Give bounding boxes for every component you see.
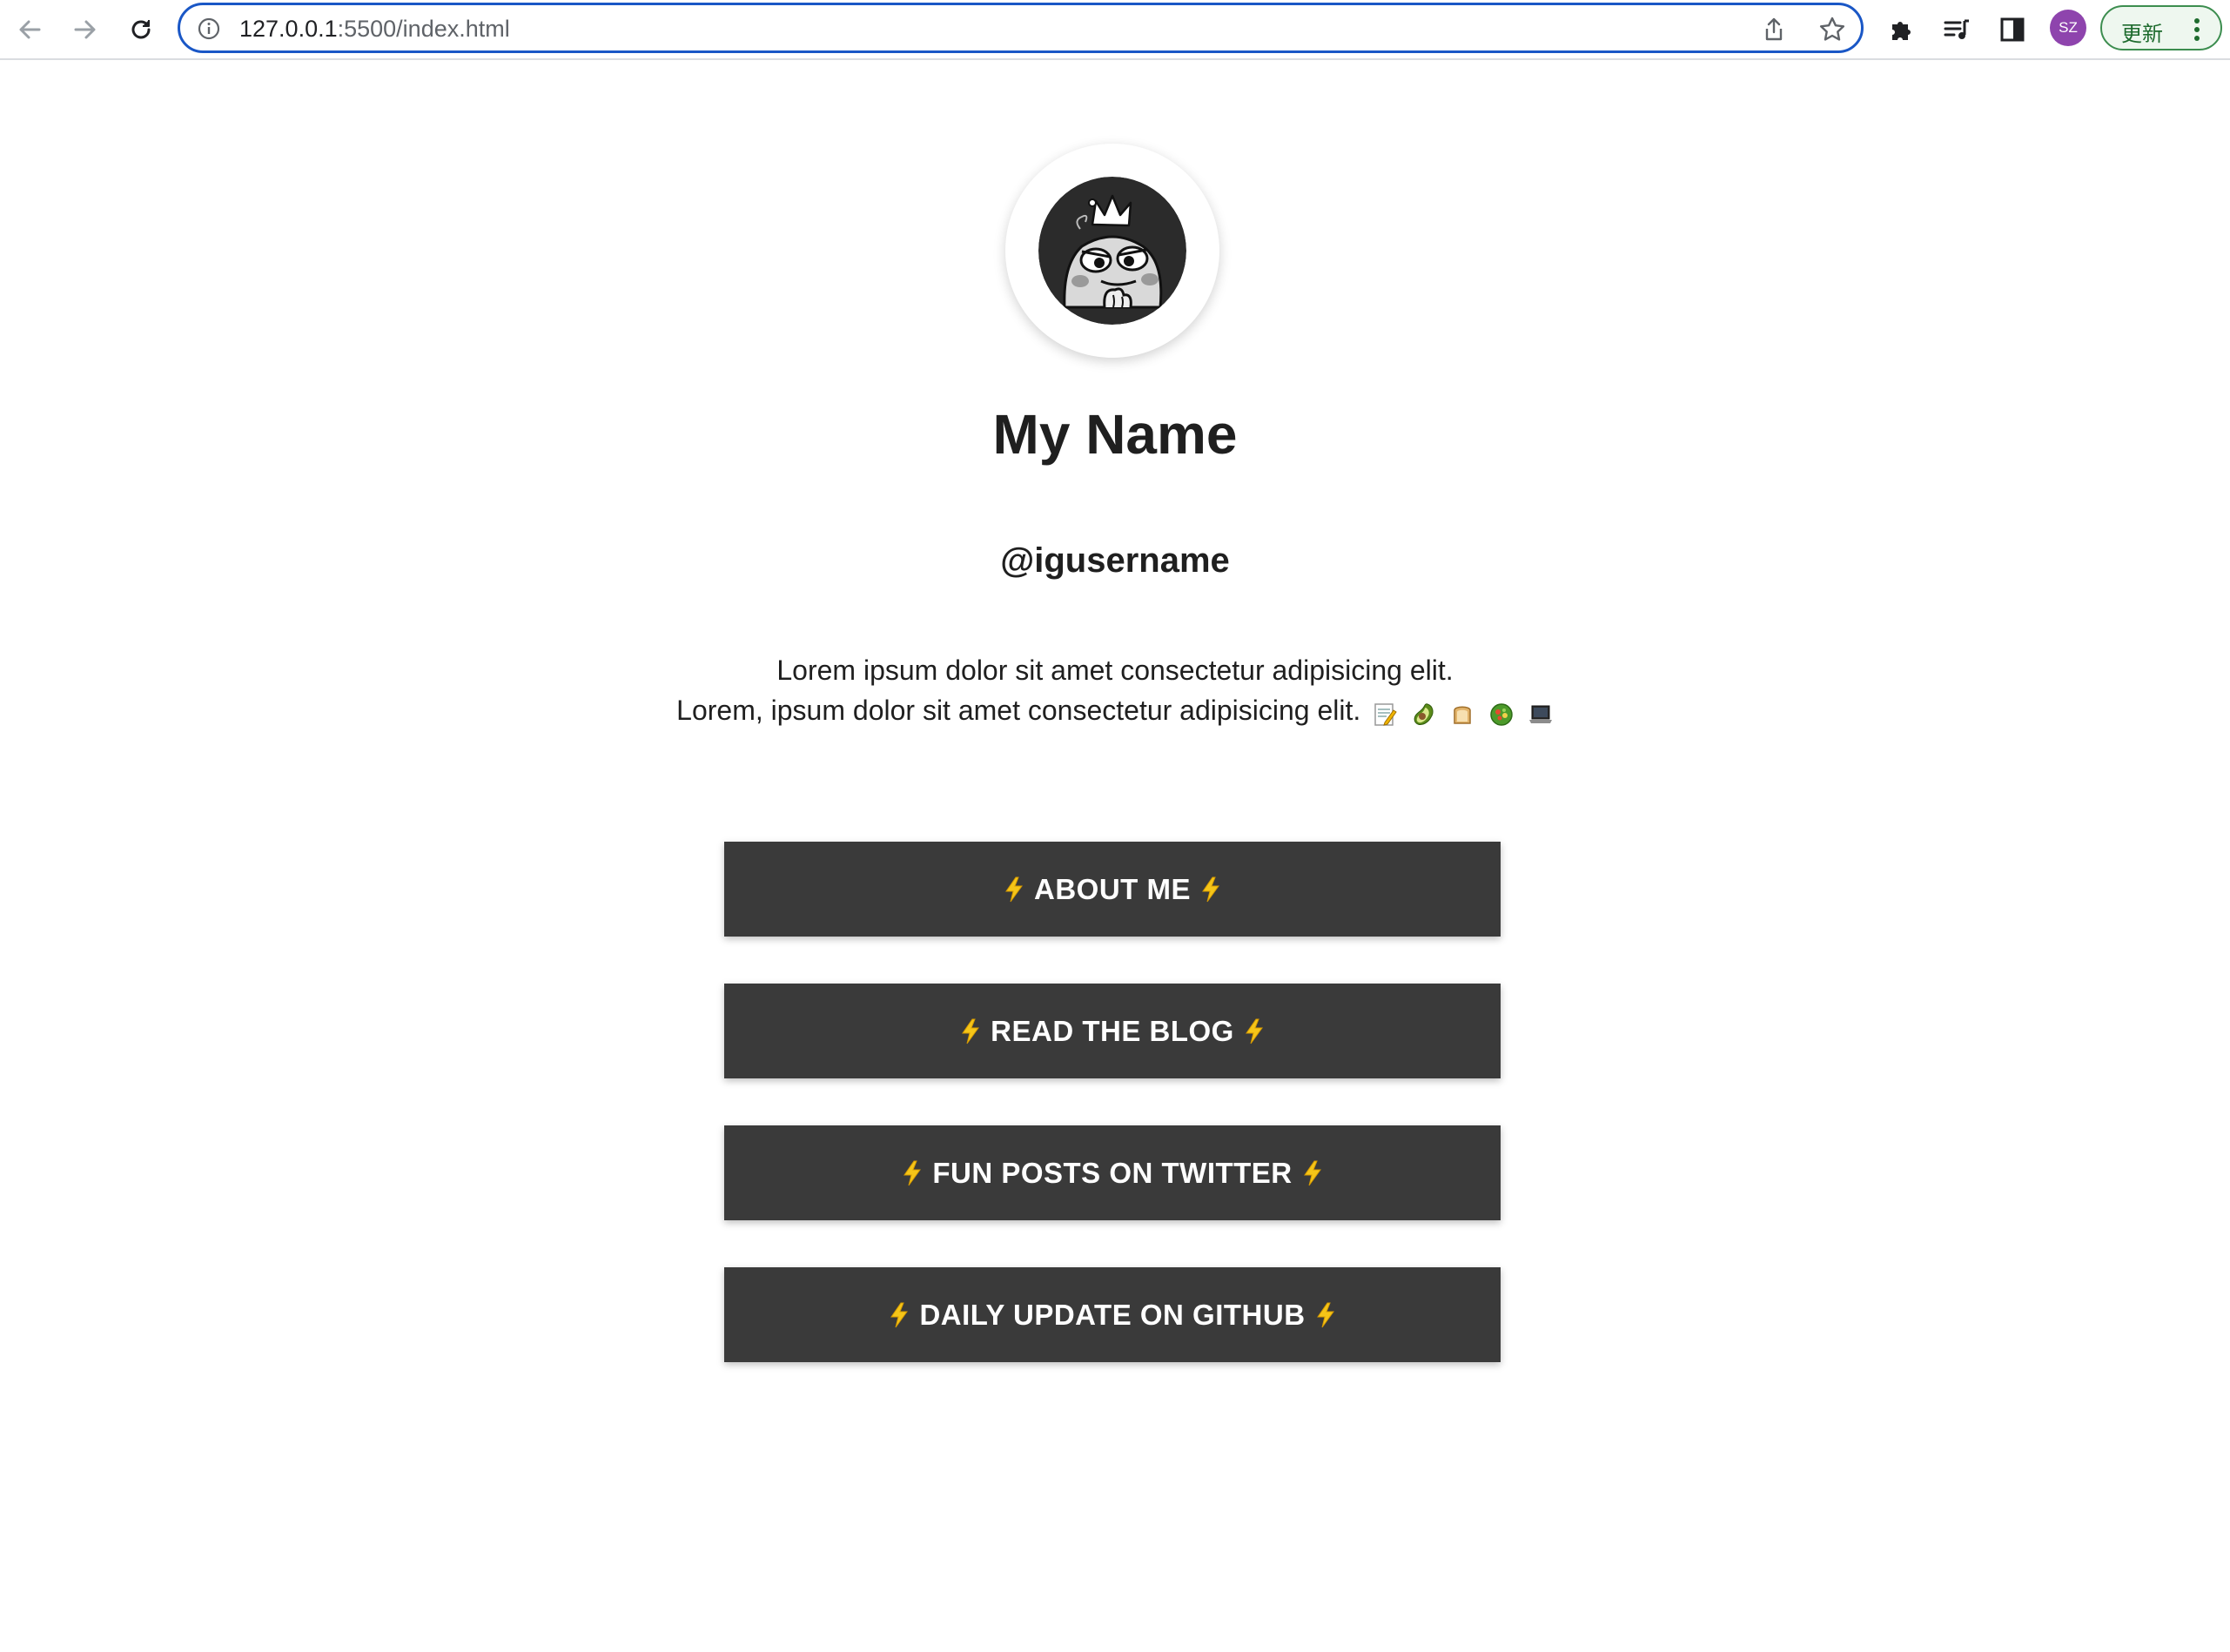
url-host: 127.0.0.1 [239, 16, 338, 42]
puzzle-icon [1887, 16, 1915, 44]
link-fun-posts-on-twitter[interactable]: FUN POSTS ON TWITTER [724, 1125, 1501, 1220]
profile-picture [1038, 177, 1186, 325]
lightning-icon [1245, 1018, 1264, 1044]
link-label: FUN POSTS ON TWITTER [932, 1156, 1293, 1189]
bio-emojis [1366, 693, 1554, 733]
memo-icon [1374, 703, 1397, 726]
update-label: 更新 [2121, 22, 2163, 46]
link-daily-update-on-github[interactable]: DAILY UPDATE ON GITHUB [724, 1267, 1501, 1362]
forward-button[interactable] [68, 12, 103, 47]
link-label: ABOUT ME [1034, 872, 1191, 905]
side-panel-icon [1998, 16, 2026, 44]
bio-line-1: Lorem ipsum dolor sit amet consectetur a… [776, 655, 1454, 686]
profile-avatar[interactable]: SZ [2050, 10, 2086, 46]
lightning-icon [1004, 876, 1024, 903]
link-label: READ THE BLOG [991, 1014, 1234, 1047]
reload-icon [128, 17, 154, 43]
lightning-icon [1303, 1160, 1322, 1186]
share-icon[interactable] [1762, 17, 1786, 47]
lightning-icon [961, 1018, 980, 1044]
profile-bio: Lorem ipsum dolor sit amet consectetur a… [0, 650, 2230, 733]
playlist-icon [1943, 16, 1971, 44]
url-text[interactable]: 127.0.0.1:5500/index.html [239, 17, 510, 41]
info-icon[interactable] [198, 17, 220, 40]
back-button[interactable] [12, 12, 47, 47]
more-menu-icon[interactable] [2193, 14, 2201, 50]
url-path: :5500/index.html [337, 16, 510, 42]
browser-toolbar: 127.0.0.1:5500/index.html SZ 更新 [0, 0, 2230, 60]
profile-name: My Name [992, 403, 1238, 466]
linktree-page: My Name @igusername Lorem ipsum dolor si… [0, 62, 2230, 1652]
update-button[interactable]: 更新 [2100, 5, 2222, 50]
reload-button[interactable] [124, 12, 158, 47]
bookmark-star-icon[interactable] [1818, 16, 1846, 48]
link-about-me[interactable]: ABOUT ME [724, 842, 1501, 937]
bio-line-2: Lorem, ipsum dolor sit amet consectetur … [676, 695, 1361, 726]
lightning-icon [1201, 876, 1220, 903]
media-controls-button[interactable] [1939, 12, 1974, 47]
arrow-left-icon [17, 17, 43, 43]
lightning-icon [1316, 1302, 1335, 1328]
link-label: DAILY UPDATE ON GITHUB [919, 1298, 1306, 1331]
profile-picture-frame [1005, 144, 1219, 358]
arrow-right-icon [72, 17, 98, 43]
address-bar[interactable]: 127.0.0.1:5500/index.html [178, 3, 1864, 53]
link-read-the-blog[interactable]: READ THE BLOG [724, 984, 1501, 1078]
profile-username: @igusername [1000, 541, 1230, 580]
extensions-button[interactable] [1884, 12, 1918, 47]
salad-icon [1490, 703, 1513, 726]
bread-icon [1454, 706, 1471, 724]
bio-line-2-wrap: Lorem, ipsum dolor sit amet consectetur … [0, 690, 2230, 733]
link-list: ABOUT ME READ THE BLOG FUN POSTS ON TWIT… [724, 842, 1501, 1409]
laptop-icon [1528, 705, 1552, 724]
lightning-icon [890, 1302, 909, 1328]
side-panel-button[interactable] [1995, 12, 2030, 47]
lightning-icon [903, 1160, 922, 1186]
avocado-icon [1414, 703, 1434, 726]
